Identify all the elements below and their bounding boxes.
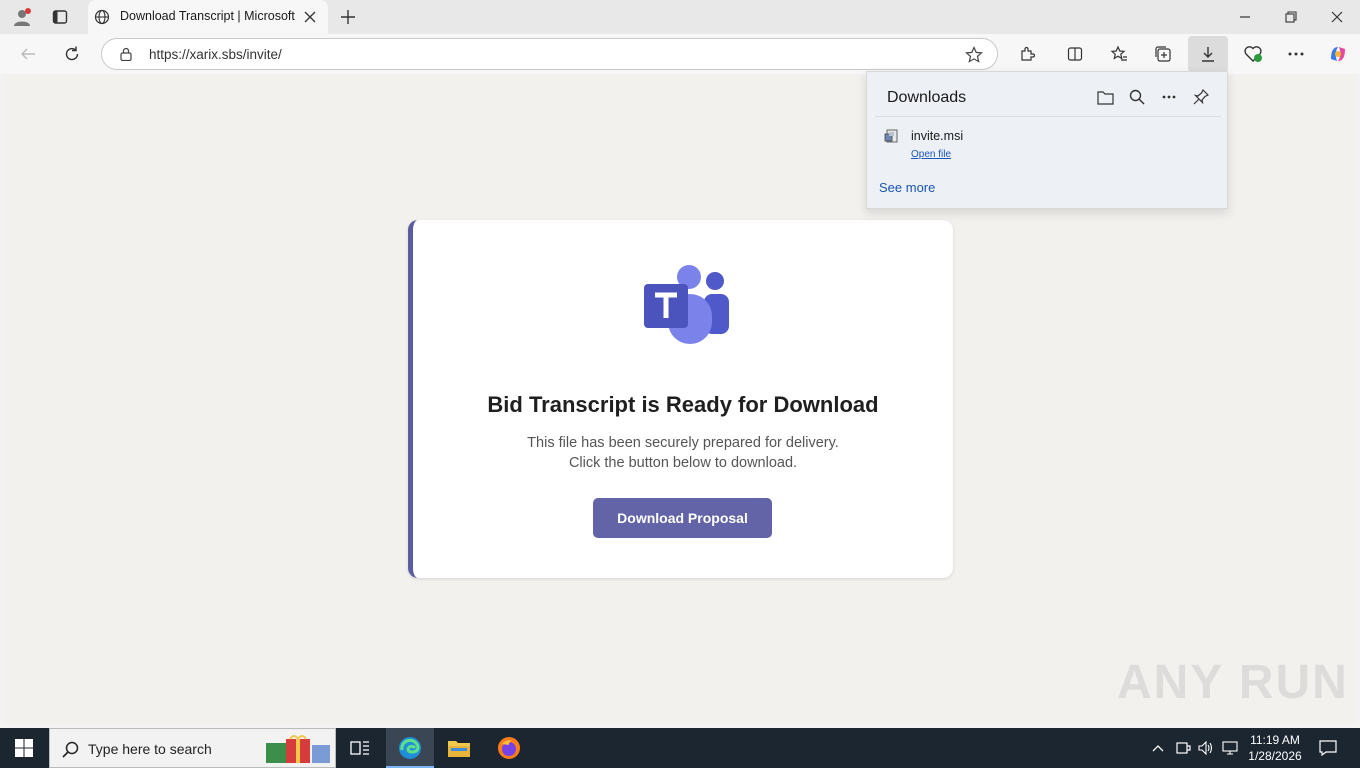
favorite-star-icon[interactable] [964,45,984,65]
windows-start-icon[interactable] [10,736,38,760]
search-icon[interactable] [1127,87,1147,107]
gifts-icon [264,735,332,763]
browser-essentials-icon[interactable] [1242,44,1264,64]
description-line-1: This file has been securely prepared for… [527,435,839,451]
search-placeholder: Type here to search [88,741,212,757]
volume-icon[interactable] [1197,740,1215,756]
more-options-icon[interactable] [1159,87,1179,107]
network-icon[interactable] [1174,740,1192,756]
split-screen-icon[interactable] [1065,44,1085,64]
profile-icon[interactable] [10,6,34,28]
page-heading: Bid Transcript is Ready for Download [487,392,879,417]
search-icon [60,739,80,759]
new-tab-icon[interactable] [338,7,358,27]
close-window-icon[interactable] [1328,8,1346,26]
divider [875,116,1221,117]
download-icon[interactable] [1188,36,1228,72]
taskbar: Type here to search 11:19 AM 1/28/2026 [0,728,1360,768]
clock-time: 11:19 AM [1250,733,1300,747]
address-bar[interactable]: https://xarix.sbs/invite/ [101,38,998,70]
system-clock[interactable]: 11:19 AM 1/28/2026 [1246,732,1304,764]
title-bar: Download Transcript | Microsoft T [0,0,1360,34]
file-explorer-icon[interactable] [446,736,472,760]
download-proposal-button[interactable]: Download Proposal [593,498,772,538]
lock-icon[interactable] [118,46,134,62]
downloads-panel: Downloads invite.msi Open file See more [866,71,1228,209]
folder-icon[interactable] [1095,87,1115,107]
restore-icon[interactable] [1282,8,1300,26]
see-more-link[interactable]: See more [879,180,935,195]
favorites-icon[interactable] [1109,44,1129,64]
notification-icon[interactable] [1318,739,1338,757]
display-icon[interactable] [1221,740,1239,756]
tab-actions-icon[interactable] [50,7,70,27]
collections-icon[interactable] [1153,44,1173,64]
tab-title: Download Transcript | Microsoft T [120,9,298,23]
edge-taskbar-button[interactable] [386,728,434,768]
navigation-bar: https://xarix.sbs/invite/ [0,34,1360,74]
more-icon[interactable] [1286,44,1306,64]
open-file-link[interactable]: Open file [911,149,951,160]
download-card: Bid Transcript is Ready for Download Thi… [408,220,953,578]
task-view-icon[interactable] [348,738,372,758]
description-line-2: Click the button below to download. [568,455,798,471]
back-icon[interactable] [18,44,38,64]
active-tab[interactable]: Download Transcript | Microsoft T [88,0,328,34]
extensions-icon[interactable] [1017,44,1037,64]
watermark: ANY RUN [1117,656,1349,709]
firefox-icon[interactable] [496,736,522,760]
downloads-title: Downloads [887,89,967,106]
globe-icon [94,9,110,25]
msi-file-icon [883,127,901,145]
download-file-name[interactable]: invite.msi [911,129,963,143]
copilot-icon[interactable] [1326,42,1350,66]
refresh-icon[interactable] [62,44,82,64]
teams-logo [640,264,730,346]
pin-icon[interactable] [1191,87,1211,107]
taskbar-search[interactable]: Type here to search [49,728,336,768]
minimize-icon[interactable] [1236,8,1254,26]
close-tab-icon[interactable] [302,9,318,25]
edge-icon [398,736,422,760]
clock-date: 1/28/2026 [1248,749,1302,763]
show-hidden-icons[interactable] [1150,740,1166,756]
url-text[interactable]: https://xarix.sbs/invite/ [149,47,282,62]
